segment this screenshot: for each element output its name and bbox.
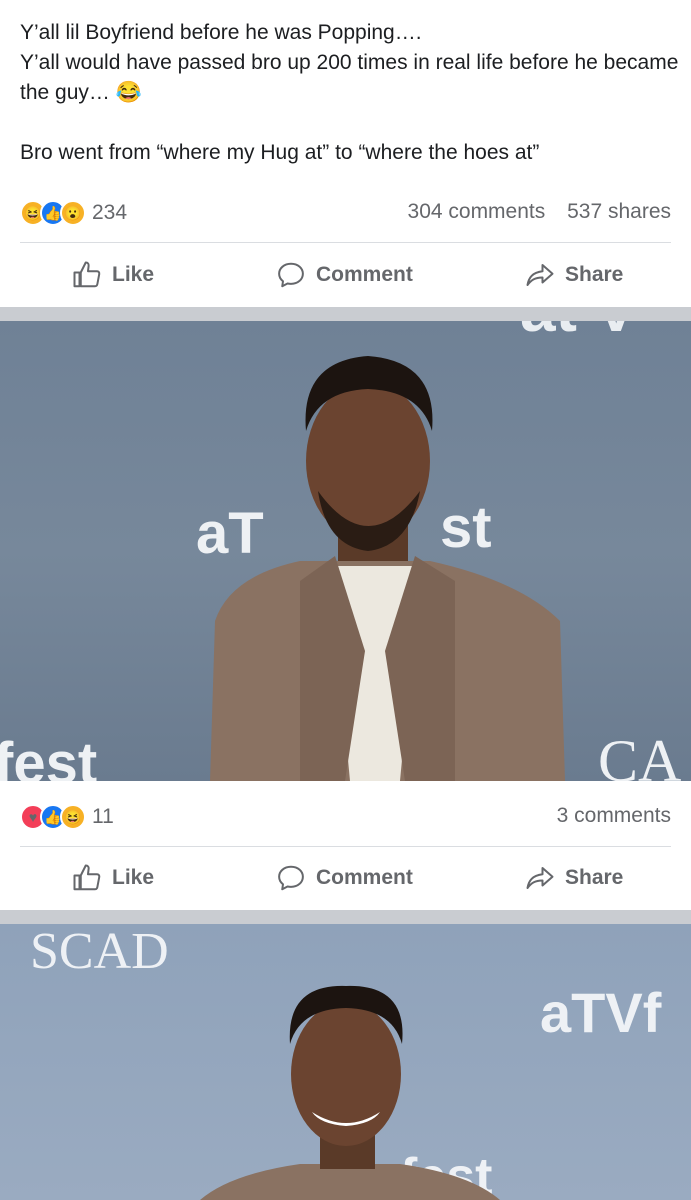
post-actions: Like Comment Share (0, 247, 691, 303)
backdrop-text: fest (0, 731, 97, 781)
post-line-1: Y’all lil Boyfriend before he was Poppin… (20, 21, 422, 44)
comment-label: Comment (316, 263, 413, 286)
section-separator (0, 307, 691, 321)
share-label: Share (565, 866, 624, 889)
section-separator (0, 910, 691, 924)
backdrop-text: st (440, 495, 492, 560)
post-text: Y’all lil Boyfriend before he was Poppin… (20, 18, 680, 168)
post-photo-1[interactable]: at V aT st fest CA (0, 321, 691, 781)
wow-reaction-icon: 😮 (60, 200, 86, 226)
post-line-3: Bro went from “where my Hug at” to “wher… (20, 141, 540, 164)
post-stats: 😆 👍 😮 234 304 comments 537 shares (0, 192, 691, 236)
comment-button[interactable]: Comment (276, 247, 413, 303)
divider (20, 846, 671, 847)
comment-label: Comment (316, 866, 413, 889)
backdrop-text: CA (598, 728, 681, 781)
like-label: Like (112, 866, 155, 889)
backdrop-text: at V (520, 321, 638, 345)
like-button[interactable]: Like (72, 247, 154, 303)
reaction-count: 11 (92, 805, 114, 828)
backdrop-text: aT (196, 501, 264, 566)
post-photo-2[interactable]: SCAD aTVf fest (0, 924, 691, 1200)
thumbs-up-icon (73, 864, 101, 891)
share-arrow-icon (526, 867, 554, 889)
comment-button[interactable]: Comment (276, 850, 413, 906)
like-label: Like (112, 263, 155, 286)
share-arrow-icon (526, 264, 554, 286)
like-button[interactable]: Like (72, 850, 154, 906)
comments-count[interactable]: 304 comments (408, 200, 546, 223)
reaction-count: 234 (92, 201, 128, 224)
divider (20, 242, 671, 243)
share-label: Share (565, 263, 624, 286)
photo1-stats: ♥ 👍 😆 11 3 comments (0, 796, 691, 840)
post-line-2: Y’all would have passed bro up 200 times… (20, 51, 679, 104)
haha-reaction-icon: 😆 (60, 804, 86, 830)
reaction-summary[interactable]: 😆 👍 😮 234 (20, 200, 127, 226)
share-button[interactable]: Share (525, 247, 623, 303)
share-button[interactable]: Share (525, 850, 623, 906)
comment-bubble-icon (278, 865, 304, 891)
shares-count[interactable]: 537 shares (567, 200, 671, 223)
thumbs-up-icon (73, 261, 101, 288)
photo1-actions: Like Comment Share (0, 850, 691, 906)
comment-bubble-icon (278, 262, 304, 288)
reaction-summary[interactable]: ♥ 👍 😆 11 (20, 804, 114, 830)
backdrop-text: SCAD (30, 924, 169, 980)
comments-count[interactable]: 3 comments (557, 804, 671, 827)
backdrop-text: aTVf (540, 981, 662, 1044)
